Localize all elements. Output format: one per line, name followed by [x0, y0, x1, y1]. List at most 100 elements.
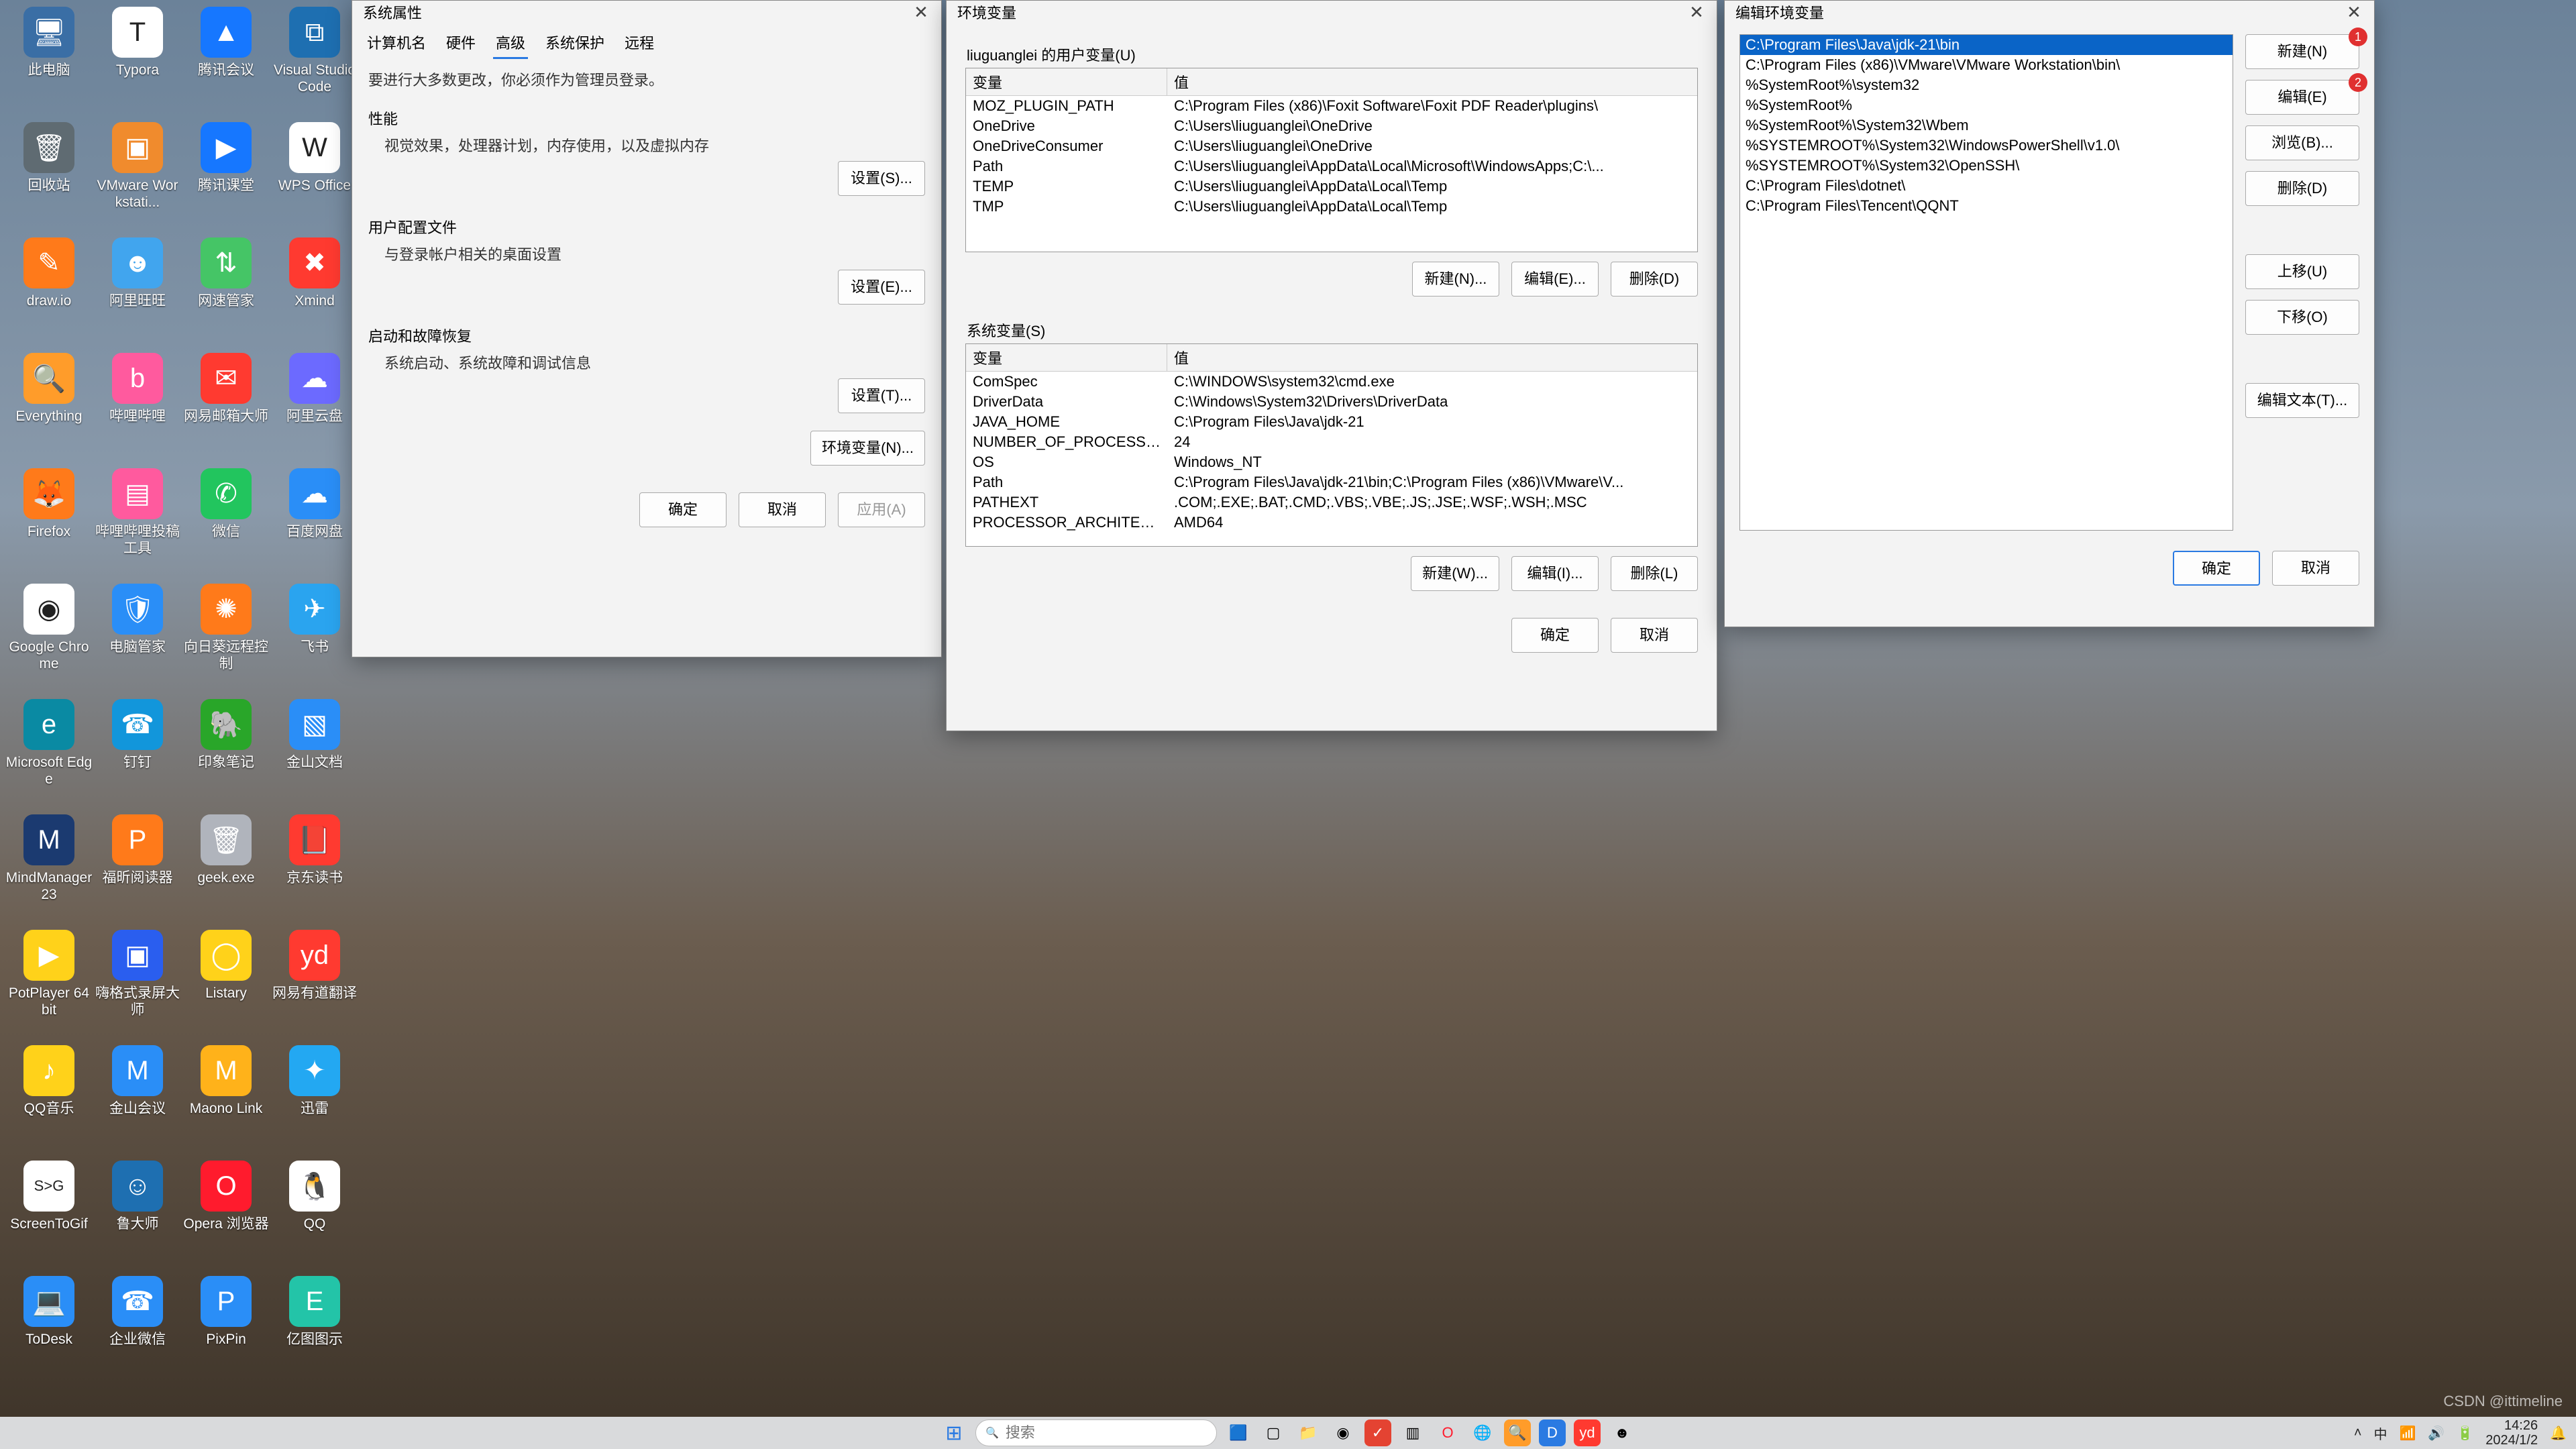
desktop-icon[interactable]: P福昕阅读器 — [94, 809, 181, 923]
desktop-icon[interactable]: ✦迅雷 — [271, 1040, 358, 1154]
path-row[interactable]: C:\Program Files\dotnet\ — [1740, 176, 2233, 196]
explorer-icon[interactable]: 📁 — [1295, 1419, 1322, 1446]
clock[interactable]: 14:26 2024/1/2 — [2485, 1418, 2538, 1448]
new-button[interactable]: 新建(N) — [2245, 34, 2359, 69]
app-icon[interactable]: ▥ — [1399, 1419, 1426, 1446]
desktop-icon[interactable]: 🐧QQ — [271, 1155, 358, 1269]
path-row[interactable]: C:\Program Files\Tencent\QQNT — [1740, 196, 2233, 216]
browse-button[interactable]: 浏览(B)... — [2245, 125, 2359, 160]
user-vars-table[interactable]: 变量 值 MOZ_PLUGIN_PATHC:\Program Files (x8… — [965, 68, 1698, 252]
app-icon-pink[interactable]: ☻ — [1609, 1419, 1635, 1446]
desktop-icon[interactable]: ☁百度网盘 — [271, 463, 358, 577]
delete-button[interactable]: 删除(D) — [2245, 171, 2359, 206]
chrome-icon[interactable]: ◉ — [1330, 1419, 1356, 1446]
desktop-icon[interactable]: ▶腾讯课堂 — [182, 117, 270, 231]
col-value[interactable]: 值 — [1167, 68, 1697, 95]
desktop-icon[interactable]: 💻ToDesk — [5, 1271, 93, 1385]
desktop-icon[interactable]: 📕京东读书 — [271, 809, 358, 923]
desktop-icon[interactable]: M金山会议 — [94, 1040, 181, 1154]
desktop-icon[interactable]: TTypora — [94, 1, 181, 115]
desktop-icon[interactable]: ◉Google Chrome — [5, 578, 93, 692]
desktop-icon[interactable]: eMicrosoft Edge — [5, 694, 93, 808]
user-delete-button[interactable]: 删除(D) — [1611, 262, 1698, 297]
copilot-icon[interactable]: 🟦 — [1225, 1419, 1252, 1446]
sysprops-titlebar[interactable]: 系统属性 ✕ — [352, 1, 941, 23]
search-input[interactable] — [1006, 1424, 1207, 1442]
desktop-icon[interactable]: 🔍Everything — [5, 347, 93, 462]
desktop-icon[interactable]: 🐘印象笔记 — [182, 694, 270, 808]
desktop-icon[interactable]: ⧉Visual Studio Code — [271, 1, 358, 115]
task-view-icon[interactable]: ▢ — [1260, 1419, 1287, 1446]
desktop-icon[interactable]: ◯Listary — [182, 924, 270, 1038]
desktop-icon[interactable]: b哔哩哔哩 — [94, 347, 181, 462]
tab-3[interactable]: 系统保护 — [543, 28, 607, 59]
sys-vars-table[interactable]: 变量 值 ComSpecC:\WINDOWS\system32\cmd.exeD… — [965, 343, 1698, 547]
table-row[interactable]: PathC:\Program Files\Java\jdk-21\bin;C:\… — [966, 472, 1697, 492]
start-button[interactable]: ⊞ — [941, 1419, 967, 1446]
desktop-icon[interactable]: MMaono Link — [182, 1040, 270, 1154]
desktop-icon[interactable]: ♪QQ音乐 — [5, 1040, 93, 1154]
desktop-icon[interactable]: ☎企业微信 — [94, 1271, 181, 1385]
user-new-button[interactable]: 新建(N)... — [1412, 262, 1499, 297]
path-row[interactable]: %SYSTEMROOT%\System32\WindowsPowerShell\… — [1740, 136, 2233, 156]
desktop-icon[interactable]: 🦊Firefox — [5, 463, 93, 577]
env-vars-button[interactable]: 环境变量(N)... — [810, 431, 925, 466]
table-row[interactable]: TMPC:\Users\liuguanglei\AppData\Local\Te… — [966, 197, 1697, 217]
desktop-icon[interactable]: ▶PotPlayer 64 bit — [5, 924, 93, 1038]
ok-button[interactable]: 确定 — [1511, 618, 1599, 653]
table-row[interactable]: OneDriveConsumerC:\Users\liuguanglei\One… — [966, 136, 1697, 156]
table-row[interactable]: NUMBER_OF_PROCESSORS24 — [966, 432, 1697, 452]
editpath-titlebar[interactable]: 编辑环境变量 ✕ — [1725, 1, 2374, 23]
table-row[interactable]: ComSpecC:\WINDOWS\system32\cmd.exe — [966, 372, 1697, 392]
tab-0[interactable]: 计算机名 — [364, 28, 429, 59]
taskbar-search[interactable]: 🔍 — [975, 1419, 1217, 1446]
desktop-icon[interactable]: 🛡电脑管家 — [94, 578, 181, 692]
path-list[interactable]: C:\Program Files\Java\jdk-21\binC:\Progr… — [1739, 34, 2233, 531]
app-icon-blue[interactable]: D — [1539, 1419, 1566, 1446]
move-down-button[interactable]: 下移(O) — [2245, 300, 2359, 335]
sys-delete-button[interactable]: 删除(L) — [1611, 556, 1698, 591]
edit-text-button[interactable]: 编辑文本(T)... — [2245, 383, 2359, 418]
envvars-titlebar[interactable]: 环境变量 ✕ — [947, 1, 1717, 23]
youdao-icon[interactable]: yd — [1574, 1419, 1601, 1446]
path-row[interactable]: %SystemRoot%\System32\Wbem — [1740, 115, 2233, 136]
tab-1[interactable]: 硬件 — [443, 28, 478, 59]
table-row[interactable]: JAVA_HOMEC:\Program Files\Java\jdk-21 — [966, 412, 1697, 432]
wifi-icon[interactable]: 📶 — [2400, 1425, 2416, 1442]
desktop-icon[interactable]: S>GScreenToGif — [5, 1155, 93, 1269]
cancel-button[interactable]: 取消 — [2272, 551, 2359, 586]
path-row[interactable]: %SystemRoot% — [1740, 95, 2233, 115]
close-icon[interactable]: ✕ — [1683, 2, 1710, 23]
ime-indicator[interactable]: 中 — [2374, 1424, 2387, 1443]
cancel-button[interactable]: 取消 — [1611, 618, 1698, 653]
desktop-icon[interactable]: ▣嗨格式录屏大师 — [94, 924, 181, 1038]
desktop-icon[interactable]: ✺向日葵远程控制 — [182, 578, 270, 692]
desktop-icon[interactable]: 🗑回收站 — [5, 117, 93, 231]
table-row[interactable]: MOZ_PLUGIN_PATHC:\Program Files (x86)\Fo… — [966, 96, 1697, 116]
col-variable[interactable]: 变量 — [966, 344, 1167, 371]
desktop-icon[interactable]: ☺鲁大师 — [94, 1155, 181, 1269]
table-row[interactable]: DriverDataC:\Windows\System32\Drivers\Dr… — [966, 392, 1697, 412]
ok-button[interactable]: 确定 — [639, 492, 727, 527]
table-row[interactable]: PathC:\Users\liuguanglei\AppData\Local\M… — [966, 156, 1697, 176]
notifications-icon[interactable]: 🔔 — [2550, 1425, 2567, 1442]
desktop-icon[interactable]: WWPS Office — [271, 117, 358, 231]
col-variable[interactable]: 变量 — [966, 68, 1167, 95]
desktop-icon[interactable]: ▣VMware Workstati... — [94, 117, 181, 231]
sys-new-button[interactable]: 新建(W)... — [1411, 556, 1499, 591]
desktop-icon[interactable]: ✖Xmind — [271, 232, 358, 346]
volume-icon[interactable]: 🔊 — [2428, 1425, 2445, 1442]
tray-chevron-icon[interactable]: ˄ — [2354, 1426, 2362, 1441]
table-row[interactable]: PATHEXT.COM;.EXE;.BAT;.CMD;.VBS;.VBE;.JS… — [966, 492, 1697, 513]
desktop-icon[interactable]: PPixPin — [182, 1271, 270, 1385]
desktop-icon[interactable]: ✆微信 — [182, 463, 270, 577]
everything-icon[interactable]: 🔍 — [1504, 1419, 1531, 1446]
tab-4[interactable]: 远程 — [622, 28, 657, 59]
desktop-icon[interactable]: ⇅网速管家 — [182, 232, 270, 346]
table-row[interactable]: OneDriveC:\Users\liuguanglei\OneDrive — [966, 116, 1697, 136]
perf-settings-button[interactable]: 设置(S)... — [838, 161, 925, 196]
battery-icon[interactable]: 🔋 — [2457, 1425, 2473, 1442]
cancel-button[interactable]: 取消 — [739, 492, 826, 527]
desktop-icon[interactable]: 🖥此电脑 — [5, 1, 93, 115]
opera-icon[interactable]: O — [1434, 1419, 1461, 1446]
